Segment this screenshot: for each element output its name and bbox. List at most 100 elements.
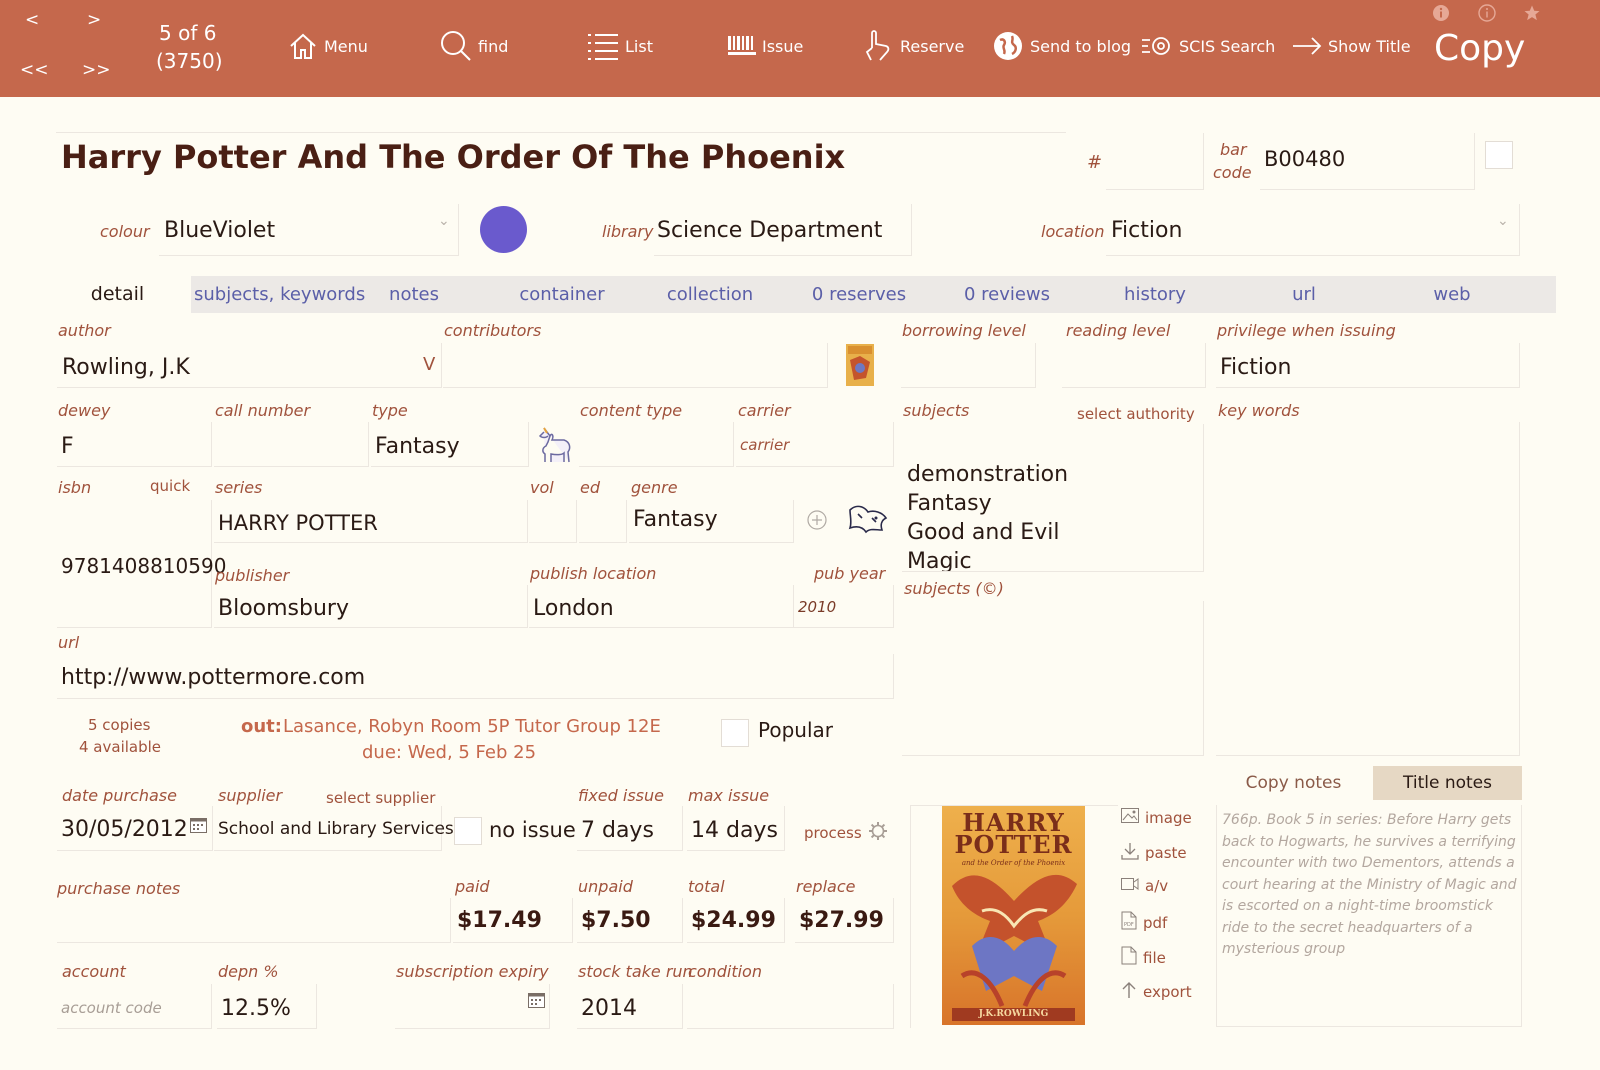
subjects-c-list[interactable] bbox=[902, 601, 1204, 756]
subjects-list[interactable]: demonstration Fantasy Good and Evil Magi… bbox=[902, 424, 1204, 572]
purchase-notes-field[interactable] bbox=[57, 898, 451, 943]
dragon-icon[interactable] bbox=[846, 500, 890, 544]
colour-chevron-down-icon[interactable]: ⌄ bbox=[438, 213, 450, 229]
content-type-label: content type bbox=[580, 401, 683, 420]
contributors-field[interactable] bbox=[443, 343, 828, 388]
quick-isbn-button[interactable]: quick bbox=[150, 477, 190, 495]
toolbar: < > << >> 5 of 6 (3750) Menu find List I… bbox=[0, 0, 1600, 97]
select-supplier-link[interactable]: select supplier bbox=[326, 789, 435, 807]
subject-item[interactable]: Good and Evil bbox=[907, 518, 1059, 547]
vol-field[interactable] bbox=[529, 500, 577, 543]
book-thumbnail-icon[interactable] bbox=[846, 344, 874, 390]
tab-subjects-keywords[interactable]: subjects, keywords bbox=[194, 276, 365, 313]
search-icon bbox=[440, 30, 472, 62]
info-outline-icon[interactable] bbox=[1478, 4, 1496, 22]
hash-label: # bbox=[1087, 152, 1103, 173]
fixed-issue-label: fixed issue bbox=[578, 786, 664, 805]
url-label: url bbox=[58, 633, 80, 652]
tab-url[interactable]: url bbox=[1279, 276, 1329, 313]
copy-checkbox[interactable] bbox=[1485, 141, 1513, 169]
subject-item[interactable]: Magic bbox=[907, 547, 972, 571]
process-button[interactable]: process bbox=[804, 821, 888, 845]
date-purchase-value: 30/05/2012 bbox=[61, 817, 188, 842]
publish-location-value: London bbox=[533, 596, 614, 621]
scis-search-button[interactable]: SCIS Search bbox=[1141, 28, 1275, 64]
location-value: Fiction bbox=[1111, 218, 1183, 243]
location-chevron-down-icon[interactable]: ⌄ bbox=[1497, 213, 1509, 229]
author-label: author bbox=[58, 321, 111, 340]
subscription-field[interactable] bbox=[395, 984, 550, 1029]
add-genre-icon[interactable] bbox=[807, 510, 827, 534]
popular-checkbox[interactable] bbox=[721, 719, 749, 747]
tab-notes[interactable]: notes bbox=[374, 276, 454, 313]
star-icon[interactable] bbox=[1523, 4, 1541, 22]
image-button[interactable]: image bbox=[1121, 808, 1192, 827]
tab-reviews[interactable]: 0 reviews bbox=[954, 276, 1060, 313]
scis-label: SCIS Search bbox=[1179, 36, 1276, 56]
barcode-icon bbox=[728, 36, 756, 56]
account-label: account bbox=[62, 962, 126, 981]
file-button[interactable]: file bbox=[1121, 946, 1166, 969]
av-button[interactable]: a/v bbox=[1121, 877, 1168, 895]
ed-field[interactable] bbox=[579, 500, 627, 543]
send-to-blog-button[interactable]: Send to blog bbox=[992, 28, 1131, 64]
author-toggle-button[interactable]: V bbox=[423, 354, 435, 375]
cover-image[interactable]: HARRY POTTER and the Order of the Phoeni… bbox=[942, 806, 1085, 1025]
out-label: out: bbox=[241, 716, 282, 737]
list-label: List bbox=[625, 36, 653, 56]
tab-history[interactable]: history bbox=[1114, 276, 1196, 313]
info-icon[interactable] bbox=[1432, 4, 1450, 22]
call-number-field[interactable] bbox=[214, 422, 369, 467]
borrowing-level-field[interactable] bbox=[901, 343, 1036, 388]
cover-subtitle: and the Order of the Phoenix bbox=[961, 859, 1066, 867]
reading-level-field[interactable] bbox=[1062, 343, 1206, 388]
condition-field[interactable] bbox=[687, 984, 894, 1029]
issue-button[interactable]: Issue bbox=[728, 28, 803, 64]
find-button[interactable]: find bbox=[440, 28, 508, 64]
subscription-calendar-icon[interactable] bbox=[528, 992, 545, 1012]
menu-label: Menu bbox=[324, 36, 368, 56]
unpaid-value: $7.50 bbox=[581, 908, 651, 933]
tab-reserves[interactable]: 0 reserves bbox=[804, 276, 914, 313]
menu-button[interactable]: Menu bbox=[288, 28, 368, 64]
unpaid-label: unpaid bbox=[578, 877, 633, 896]
copy-notes-tab[interactable]: Copy notes bbox=[1216, 766, 1371, 800]
tab-container[interactable]: container bbox=[509, 276, 615, 313]
last-record-button[interactable]: >> bbox=[82, 60, 111, 80]
paste-button[interactable]: paste bbox=[1121, 842, 1187, 864]
file-label: file bbox=[1143, 948, 1166, 967]
type-label: type bbox=[372, 401, 408, 420]
location-label: location bbox=[1041, 222, 1105, 241]
prev-record-button[interactable]: < bbox=[25, 10, 39, 30]
key-words-label: key words bbox=[1218, 401, 1300, 420]
export-button[interactable]: export bbox=[1121, 981, 1192, 1003]
url-value[interactable]: http://www.pottermore.com bbox=[61, 665, 365, 690]
unicorn-icon[interactable] bbox=[536, 424, 574, 468]
show-title-button[interactable]: Show Title bbox=[1292, 28, 1411, 64]
dewey-field[interactable] bbox=[57, 422, 212, 467]
library-value: Science Department bbox=[657, 218, 883, 243]
subject-item[interactable]: Fantasy bbox=[907, 489, 992, 518]
tab-web[interactable]: web bbox=[1424, 276, 1480, 313]
pdf-button[interactable]: PDF pdf bbox=[1121, 911, 1167, 934]
key-words-field[interactable] bbox=[1216, 422, 1520, 756]
number-field[interactable] bbox=[1106, 133, 1204, 190]
title-notes-tab[interactable]: Title notes bbox=[1373, 766, 1522, 800]
vol-label: vol bbox=[530, 478, 554, 497]
book-title[interactable]: Harry Potter And The Order Of The Phoeni… bbox=[61, 138, 845, 176]
next-record-button[interactable]: > bbox=[87, 10, 101, 30]
out-borrower: Lasance, Robyn Room 5P Tutor Group 12E bbox=[283, 716, 661, 737]
file-icon bbox=[1121, 946, 1137, 969]
calendar-icon[interactable] bbox=[190, 817, 207, 837]
tab-detail[interactable]: detail bbox=[44, 276, 191, 313]
list-button[interactable]: List bbox=[587, 28, 653, 64]
first-record-button[interactable]: << bbox=[20, 60, 49, 80]
pdf-label: pdf bbox=[1143, 913, 1168, 932]
subject-item[interactable]: demonstration bbox=[907, 460, 1068, 489]
no-issue-checkbox[interactable] bbox=[454, 817, 482, 845]
date-purchase-label: date purchase bbox=[62, 786, 177, 805]
reserve-button[interactable]: Reserve bbox=[862, 28, 964, 64]
tab-collection[interactable]: collection bbox=[659, 276, 761, 313]
content-type-field[interactable] bbox=[579, 422, 734, 467]
select-authority-link[interactable]: select authority bbox=[1077, 405, 1195, 423]
